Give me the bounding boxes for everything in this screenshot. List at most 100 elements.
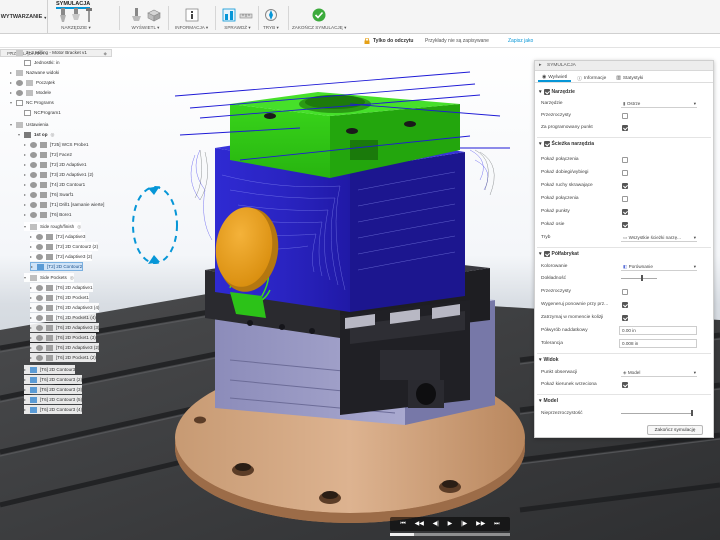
show-connections-checkbox[interactable] [622,196,628,202]
stock-transparent-label: Przezroczysty [541,289,571,294]
show-points-checkbox[interactable] [622,209,628,215]
stock-transparent-checkbox[interactable] [622,289,628,295]
section-model-label: Model [543,398,558,404]
chevron-down-icon: ▾ [276,25,279,30]
finish-simulation-button[interactable]: Zakończ symulację [647,425,703,435]
simulation-panel-header[interactable]: ▸ SYMULACJA [535,61,713,71]
pin-icon[interactable]: ◆ [104,51,107,57]
tool-group[interactable]: NARZĘDZIE ▾ [58,8,94,31]
display-group-label: WYŚWIETL [131,25,156,30]
mode-dropdown-value: Wszystkie ścieżki narzę... [628,235,681,240]
tab-display[interactable]: ◉ Wyświetl [538,72,572,82]
information-group[interactable]: INFORMACJA ▾ [175,8,208,31]
section-view-label: Widok [543,357,559,363]
accuracy-label: Dokładność [541,276,567,281]
regenerate-label: Wygeneruj ponownie przy prz... [541,302,609,307]
chevron-down-icon: ▾ [205,25,209,30]
skip-start-icon[interactable]: ⏮ [400,521,405,527]
info-icon: ⓘ [577,77,582,82]
section-view[interactable]: ▾ Widok [539,357,558,363]
opacity-slider-handle[interactable] [691,410,693,416]
tool-label: Narzędzie [541,101,563,106]
chevron-down-icon: ▾ [693,101,696,106]
coloring-dropdown[interactable]: ◧ Porównanie ▾ [621,263,697,271]
measure-icon [239,13,253,19]
show-links-checkbox[interactable] [622,157,628,163]
skip-end-icon[interactable]: ⏭ [494,521,499,527]
playback-controls: ⏮ ◀◀ ◀| ▶ |▶ ▶▶ ⏭ [390,517,510,531]
toolpath-icon: ▭ [623,235,628,240]
tab-statistics[interactable]: ▥ Statystyki [612,72,647,82]
show-rapid-checkbox[interactable] [622,183,628,189]
section-toolpath[interactable]: ▾ Ścieżka narzędzia [539,141,594,147]
mode-dropdown[interactable]: ▭ Wszystkie ścieżki narzę... ▾ [621,234,697,242]
finish-offset-input[interactable]: 0.00 in [619,326,697,335]
section-toolpath-label: Ścieżka narzędzia [551,141,595,147]
workspace-switcher[interactable]: WYTWARZANIE ▾ [0,0,48,34]
stop-on-collision-label: Zatrzymaj w momencie kolizji [541,315,604,320]
show-axes-checkbox[interactable] [622,222,628,228]
save-as-link[interactable]: Zapisz jako [508,38,533,44]
chevron-down-icon: ▾ [539,398,542,404]
browser-header-label: PRZEGLĄDARKA [7,51,45,56]
info-message: Przykłady nie są zapisywane [425,38,489,44]
simulation-tabs: ◉ Wyświetl ⓘ Informacje ▥ Statystyki [535,72,713,83]
tolerance-input[interactable]: 0.008 in [619,339,697,348]
spindle-direction-checkbox[interactable] [622,382,628,388]
mode-group[interactable]: TRYB ▾ [263,8,279,31]
section-stock[interactable]: ▾ Półfabrykat [539,251,579,257]
play-icon[interactable]: ▶ [448,521,453,527]
accuracy-slider[interactable] [621,275,657,281]
section-toolpath-checkbox[interactable] [543,141,550,147]
inspect-group[interactable]: SPRAWDŹ ▾ [222,8,253,31]
previous-icon[interactable]: ◀◀ [415,521,424,527]
tab-info[interactable]: ⓘ Informacje [573,72,610,82]
section-tool[interactable]: ▾ Narzędzie [539,89,575,95]
playback-progress-bar[interactable] [390,533,510,536]
section-stock-checkbox[interactable] [543,251,550,257]
accuracy-slider-handle[interactable] [641,275,643,281]
view-point-label: Punkt obserwacji [541,370,578,375]
tool-transparent-label: Przezroczysty [541,113,571,118]
next-icon[interactable]: ▶▶ [476,521,485,527]
coloring-dropdown-value: Porównanie [628,264,653,269]
tab-info-label: Informacje [583,76,607,81]
show-entry-exit-label: Pokaż dobiegi/wybiegi [541,170,589,175]
stop-on-collision-checkbox[interactable] [622,315,628,321]
tool-dropdown[interactable]: ▮ Ostrze ▾ [621,100,697,108]
information-group-label: INFORMACJA [175,25,205,30]
opacity-slider[interactable] [621,410,693,416]
regenerate-checkbox[interactable] [622,302,628,308]
spindle-direction-label: Pokaż kierunek wrzeciona [541,382,597,387]
tool-transparent-checkbox[interactable] [622,113,628,119]
section-tool-checkbox[interactable] [543,89,550,95]
opacity-label: Nieprzezroczystość [541,411,583,416]
chevron-down-icon: ▾ [693,264,696,269]
show-entry-exit-checkbox[interactable] [622,170,628,176]
programmed-point-checkbox[interactable] [622,125,628,131]
tolerance-label: Tolerancja [541,341,563,346]
main-toolbar: WYTWARZANIE ▾ SYMULACJA NARZĘDZIE ▾ WYŚW… [0,0,720,34]
tool-icon [86,8,92,22]
step-back-icon[interactable]: ◀| [433,521,439,527]
tool-icon [72,8,80,20]
view-point-dropdown[interactable]: ◈ Model ▾ [621,369,697,377]
tab-display-label: Wyświetl [548,75,568,80]
workspace-label: WYTWARZANIE [0,14,43,20]
step-forward-icon[interactable]: |▶ [461,521,467,527]
show-connections-label: Pokaż połączenia [541,196,579,201]
simulation-panel-title: SYMULACJA [547,63,576,68]
finish-offset-label: Półwyrób naddatkowy [541,328,588,333]
show-points-label: Pokaż punkty [541,209,570,214]
show-rapid-label: Pokaż ruchy skrawające [541,183,593,188]
read-only-label: Tylko do odczytu [373,38,414,44]
browser-header[interactable]: PRZEGLĄDARKA ◆ [0,49,112,57]
collapse-icon[interactable]: ▸ [539,63,541,68]
display-group[interactable]: WYŚWIETL ▾ [130,8,161,31]
coloring-label: Kolorowanie [541,264,568,269]
tool-group-label: NARZĘDZIE [61,25,88,30]
mode-label: Tryb [541,235,551,240]
finish-simulation-group[interactable]: ZAKOŃCZ SYMULACJĘ ▾ [292,8,346,31]
mode-group-label: TRYB [263,25,276,30]
section-model[interactable]: ▾ Model [539,398,558,404]
